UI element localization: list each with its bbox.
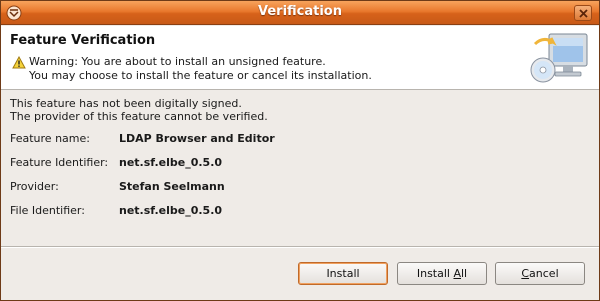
- feature-identifier-label: Feature Identifier:: [10, 156, 109, 169]
- window-title: Verification: [257, 4, 342, 19]
- unverified-message: The provider of this feature cannot be v…: [10, 110, 268, 123]
- warning-text: Warning: You are about to install an uns…: [29, 55, 326, 68]
- cancel-button[interactable]: Cancel: [495, 262, 585, 285]
- install-all-mnemonic: A: [453, 267, 461, 280]
- feature-name-value: LDAP Browser and Editor: [119, 132, 275, 145]
- cancel-mnemonic: C: [521, 267, 530, 280]
- install-all-button[interactable]: Install All: [397, 262, 487, 285]
- banner-title: Feature Verification: [10, 33, 156, 48]
- close-button[interactable]: [574, 5, 592, 21]
- title-bar[interactable]: Verification: [1, 1, 599, 25]
- cancel-suffix: ancel: [529, 267, 559, 280]
- file-identifier-value: net.sf.elbe_0.5.0: [119, 204, 223, 217]
- feature-name-label: Feature name:: [10, 132, 90, 145]
- close-icon: [579, 9, 588, 18]
- provider-value: Stefan Seelmann: [119, 180, 225, 193]
- provider-label: Provider:: [10, 180, 59, 193]
- header-banner: Feature Verification Warning: You are ab…: [1, 26, 599, 90]
- install-all-suffix: ll: [461, 267, 468, 280]
- unsigned-message: This feature has not been digitally sign…: [10, 97, 242, 110]
- install-all-prefix: Install: [416, 267, 454, 280]
- warning-icon: [12, 55, 26, 69]
- install-button-label: Install: [326, 267, 360, 280]
- feature-identifier-value: net.sf.elbe_0.5.0: [119, 156, 223, 169]
- install-button[interactable]: Install: [298, 262, 388, 285]
- install-monitor-icon: [527, 28, 591, 88]
- button-separator: [1, 246, 599, 248]
- warning-subtext: You may choose to install the feature or…: [29, 69, 372, 82]
- verification-dialog: Verification Feature Verification Warnin…: [0, 0, 600, 301]
- file-identifier-label: File Identifier:: [10, 204, 85, 217]
